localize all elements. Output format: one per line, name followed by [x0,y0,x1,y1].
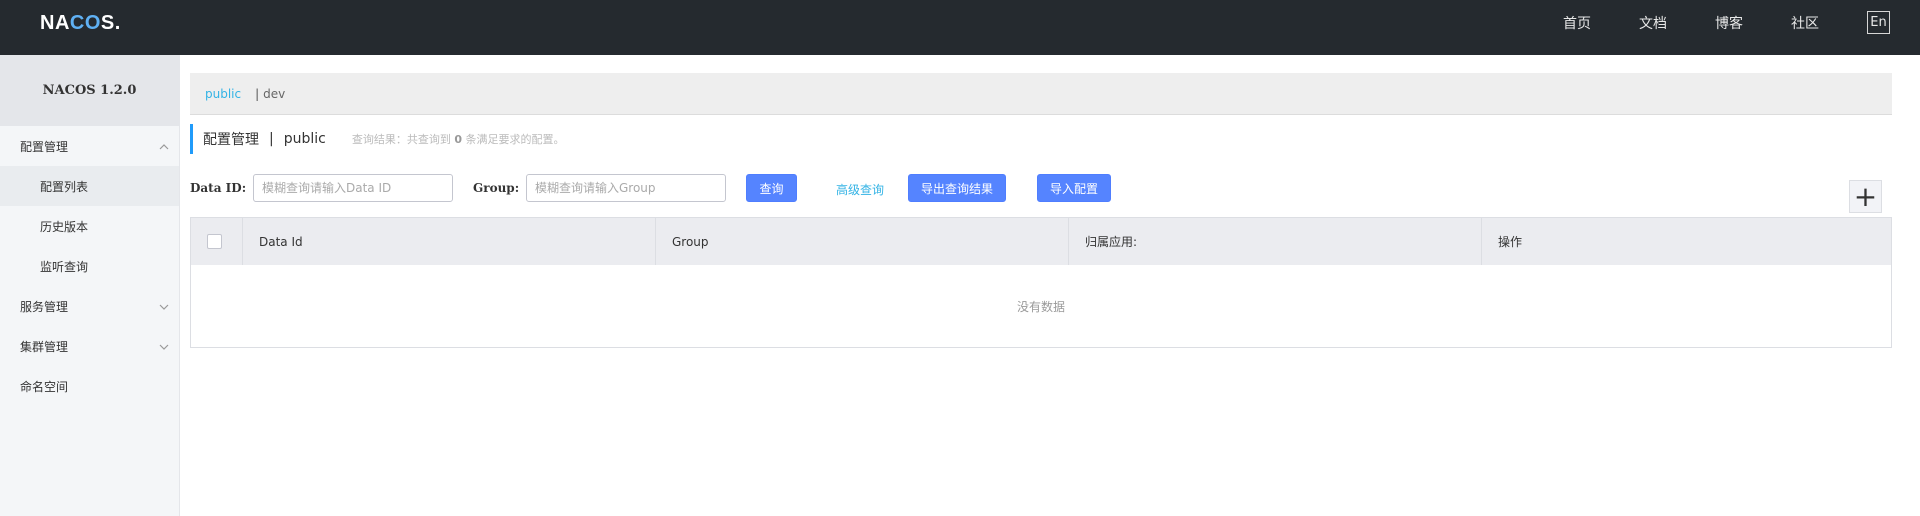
nacos-logo[interactable]: NACOS. [40,12,121,34]
column-header-group: Group [656,218,1069,265]
top-header: NACOS. 首页 文档 博客 社区 En [0,0,1920,55]
select-all-checkbox[interactable] [207,234,222,249]
column-header-app: 归属应用: [1069,218,1482,265]
group-label: Group: [473,181,520,195]
filter-bar: Data ID: Group: 查询 高级查询 导出查询结果 导入配置 [190,174,1892,204]
sidebar-version-title: NACOS 1.2.0 [0,55,179,126]
sidebar-menu: 配置管理 配置列表 历史版本 监听查询 服务管理 集群管理 命名空间 [0,126,179,406]
search-button[interactable]: 查询 [746,174,797,202]
advanced-query-link[interactable]: 高级查询 [836,181,884,198]
title-separator: | [269,131,274,147]
data-id-label: Data ID: [190,181,247,195]
data-id-input[interactable] [253,174,453,202]
page-namespace: public [283,131,326,147]
column-header-data-id: Data Id [243,218,656,265]
sidebar-item-cluster-management[interactable]: 集群管理 [0,326,179,366]
group-input[interactable] [526,174,726,202]
sidebar-item-config-management[interactable]: 配置管理 [0,126,179,166]
export-results-button[interactable]: 导出查询结果 [908,174,1006,202]
namespace-bar: public | dev [190,73,1892,115]
plus-icon[interactable]: + [1849,180,1882,213]
nav-blog-link[interactable]: 博客 [1715,13,1743,33]
nav-community-link[interactable]: 社区 [1791,13,1819,33]
chevron-down-icon [159,300,169,313]
import-config-button[interactable]: 导入配置 [1037,174,1111,202]
sidebar-item-history[interactable]: 历史版本 [0,206,179,246]
nav-docs-link[interactable]: 文档 [1639,13,1667,33]
language-switch-button[interactable]: En [1867,11,1890,34]
sidebar-item-config-list[interactable]: 配置列表 [0,166,179,206]
config-table: Data Id Group 归属应用: 操作 没有数据 [190,217,1892,348]
namespace-separator: | [255,86,260,101]
query-result-summary: 查询结果：共查询到 0 条满足要求的配置。 [351,133,565,146]
nav-home-link[interactable]: 首页 [1563,13,1591,33]
chevron-down-icon [159,340,169,353]
sidebar-item-namespace[interactable]: 命名空间 [0,366,179,406]
table-empty-state: 没有数据 [191,265,1891,347]
select-all-cell [191,218,243,265]
page-title-bar: 配置管理 | public 查询结果：共查询到 0 条满足要求的配置。 [190,124,565,154]
top-nav: 首页 文档 博客 社区 En [1515,0,1890,45]
page-title: 配置管理 [203,132,259,148]
table-header: Data Id Group 归属应用: 操作 [191,218,1891,265]
chevron-up-icon [159,140,169,153]
namespace-public-tab[interactable]: public [205,87,241,101]
sidebar-item-listener-query[interactable]: 监听查询 [0,246,179,286]
sidebar-item-service-management[interactable]: 服务管理 [0,286,179,326]
namespace-dev-tab[interactable]: dev [263,87,285,101]
sidebar: NACOS 1.2.0 配置管理 配置列表 历史版本 监听查询 服务管理 集群管… [0,55,180,516]
column-header-actions: 操作 [1498,235,1523,249]
result-count: 0 [454,133,462,146]
